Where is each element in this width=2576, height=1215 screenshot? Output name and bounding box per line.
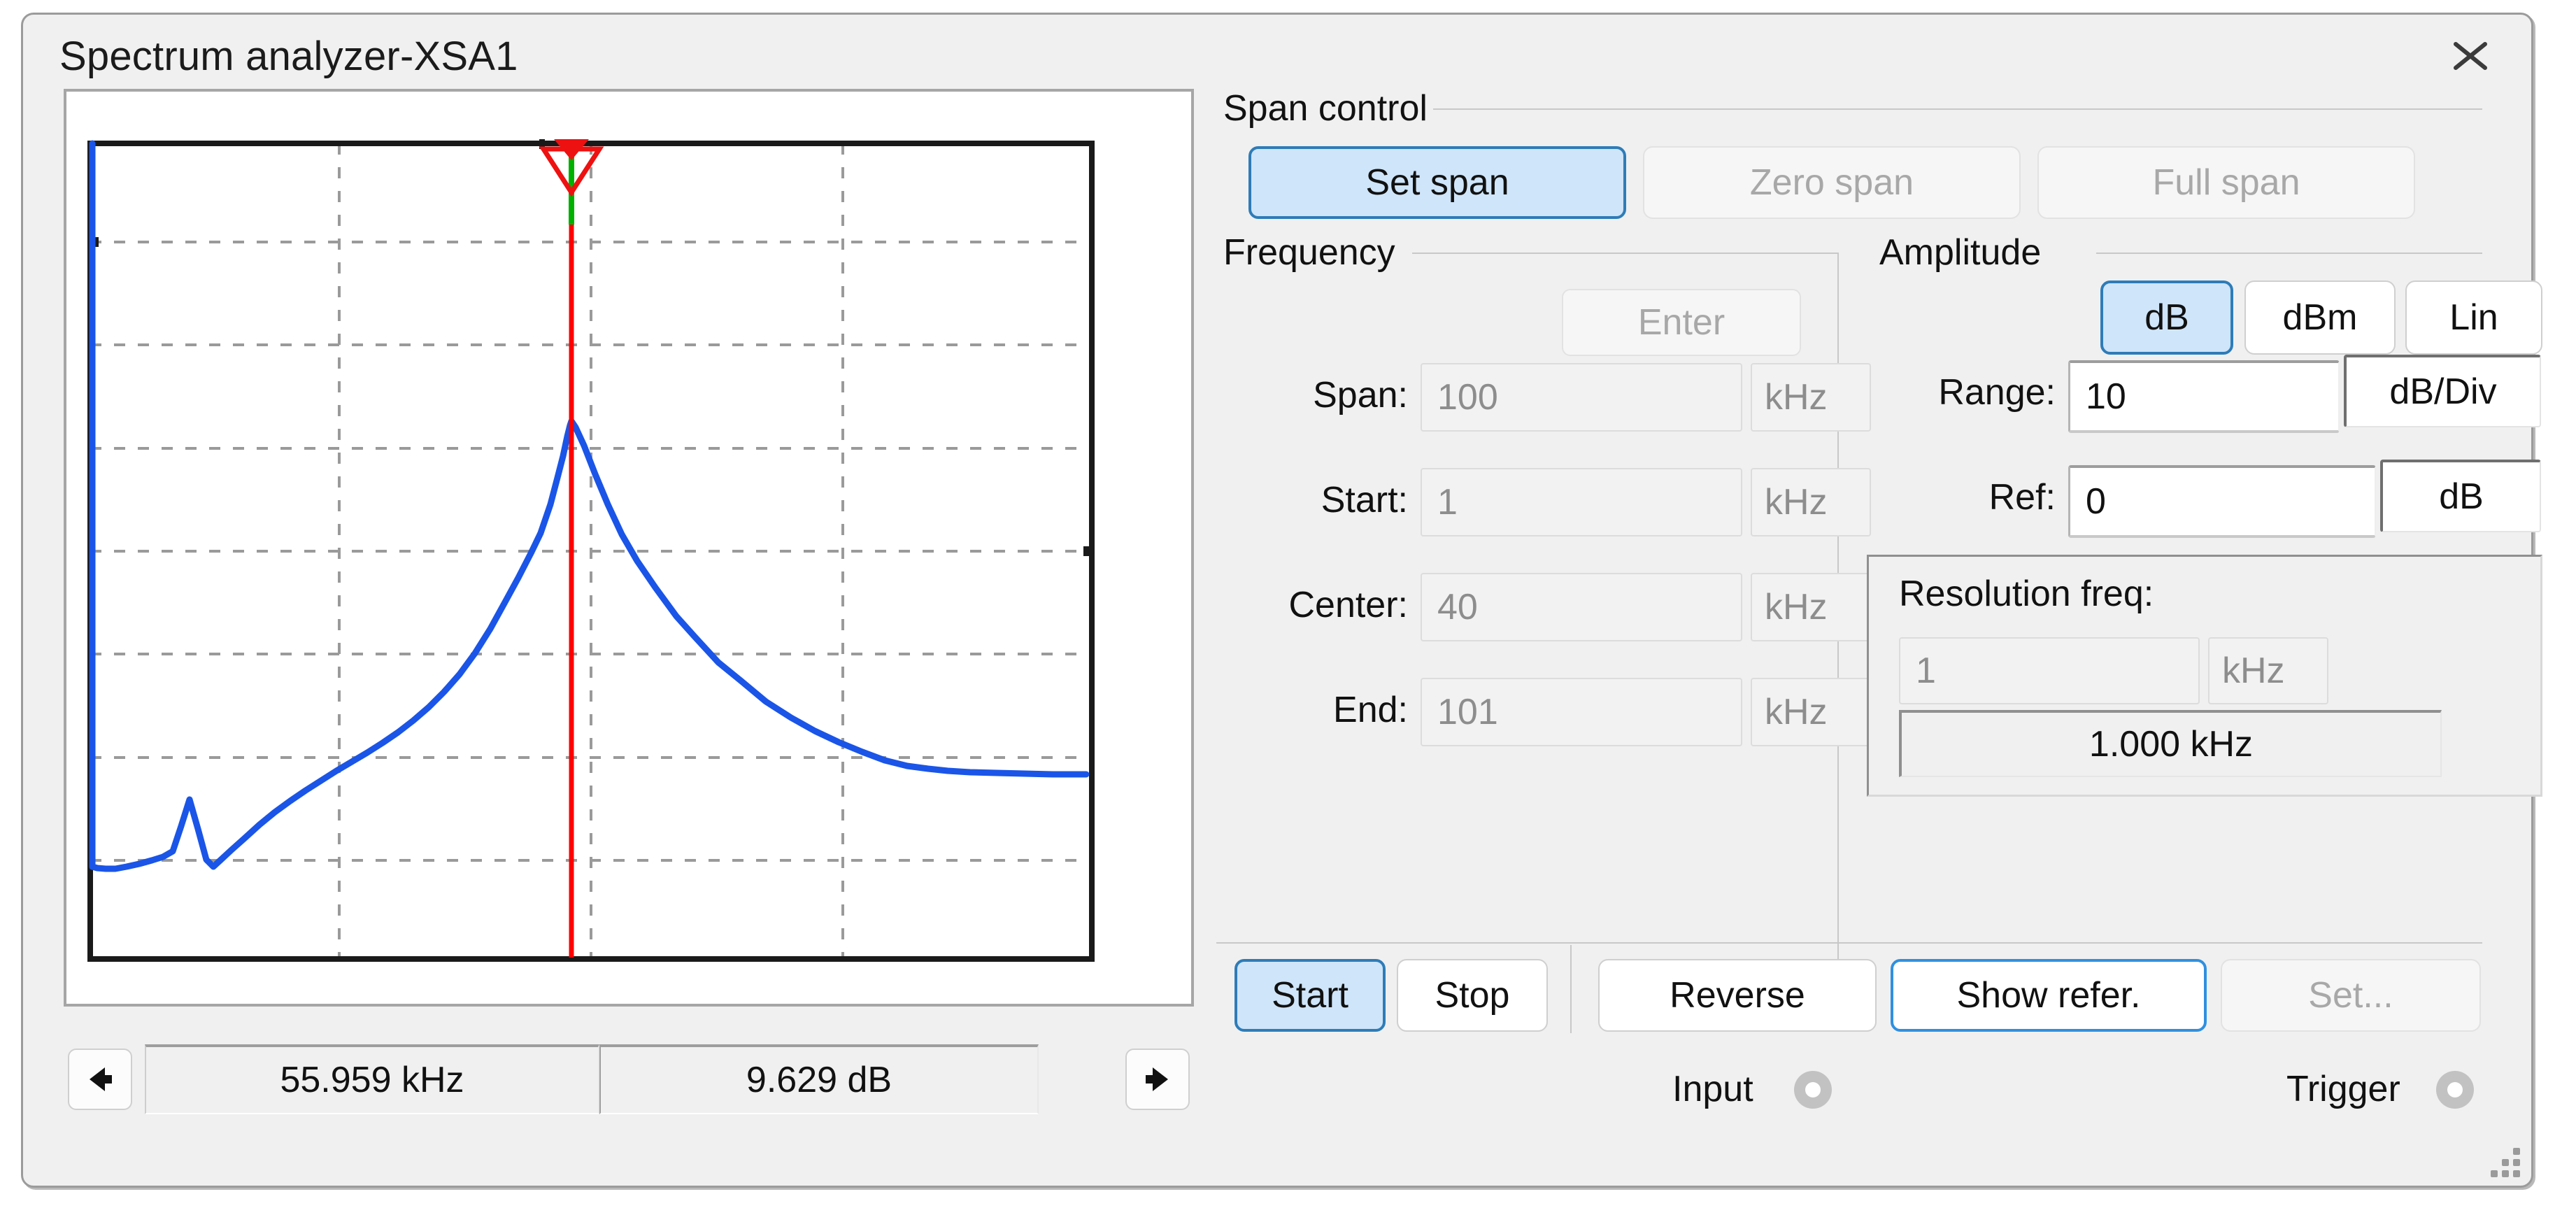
resolution-field[interactable]: 1 <box>1899 637 2200 704</box>
marker-label: 1 <box>556 139 586 148</box>
end-unit: kHz <box>1751 678 1871 746</box>
spectrum-plot-svg: 1 <box>87 139 1095 963</box>
frequency-legend: Frequency <box>1216 232 1402 273</box>
end-field[interactable]: 101 <box>1421 678 1742 746</box>
start-button[interactable]: Start <box>1234 959 1386 1032</box>
ref-label: Ref: <box>1867 476 2056 518</box>
trigger-terminal-dot-icon[interactable] <box>2436 1071 2474 1109</box>
arrow-right-icon[interactable] <box>1125 1049 1190 1110</box>
readout-frequency: 55.959 kHz <box>145 1044 599 1114</box>
start-label: Start: <box>1223 479 1408 521</box>
resolution-unit: kHz <box>2208 637 2328 704</box>
lin-unit-button[interactable]: Lin <box>2405 280 2542 355</box>
action-bar-rule <box>1216 942 2482 944</box>
full-span-button[interactable]: Full span <box>2037 146 2415 219</box>
spectrum-plot[interactable]: 1 <box>87 139 1095 963</box>
range-unit: dB/Div <box>2344 355 2541 427</box>
terminal-row: Input Trigger <box>1216 1054 2482 1131</box>
zero-span-button[interactable]: Zero span <box>1643 146 2021 219</box>
set-button[interactable]: Set... <box>2221 959 2481 1032</box>
ref-unit: dB <box>2380 460 2541 532</box>
range-field[interactable]: 10 <box>2068 360 2340 433</box>
close-icon[interactable] <box>2440 30 2500 82</box>
center-unit: kHz <box>1751 573 1871 641</box>
enter-button[interactable]: Enter <box>1562 289 1801 356</box>
ref-field[interactable]: 0 <box>2068 465 2376 538</box>
action-bar-separator <box>1570 945 1572 1033</box>
dbm-unit-button[interactable]: dBm <box>2244 280 2396 355</box>
spectrum-display-inner: 1 <box>75 100 1183 995</box>
marker-readout-bar: 55.959 kHz 9.629 dB <box>64 1039 1194 1120</box>
trigger-terminal-label: Trigger <box>2286 1068 2400 1110</box>
show-refer-button[interactable]: Show refer. <box>1891 959 2207 1032</box>
span-unit: kHz <box>1751 363 1871 432</box>
start-field[interactable]: 1 <box>1421 468 1742 537</box>
resolution-display: 1.000 kHz <box>1899 710 2442 777</box>
resolution-legend: Resolution freq: <box>1899 573 2154 615</box>
span-control-legend: Span control <box>1216 87 1435 129</box>
stop-button[interactable]: Stop <box>1397 959 1548 1032</box>
readout-amplitude: 9.629 dB <box>599 1044 1039 1114</box>
screenshot-root: Spectrum analyzer-XSA1 <box>0 0 2576 1215</box>
frequency-rule <box>1412 253 1839 254</box>
amplitude-rule <box>2096 253 2482 254</box>
input-terminal-label: Input <box>1672 1068 1753 1110</box>
set-span-button[interactable]: Set span <box>1248 146 1626 219</box>
end-label: End: <box>1223 689 1408 731</box>
action-bar: Start Stop Reverse Show refer. Set... <box>1216 942 2482 1033</box>
span-field[interactable]: 100 <box>1421 363 1742 432</box>
window-titlebar: Spectrum analyzer-XSA1 <box>23 15 2531 92</box>
span-control-rule <box>1433 108 2482 110</box>
arrow-left-icon[interactable] <box>68 1049 132 1110</box>
span-label: Span: <box>1223 374 1408 416</box>
spectrum-display-panel[interactable]: 1 <box>64 89 1194 1007</box>
resize-grip-icon[interactable] <box>2481 1138 2520 1177</box>
spectrum-analyzer-window: Spectrum analyzer-XSA1 <box>21 13 2533 1188</box>
db-unit-button[interactable]: dB <box>2100 280 2233 355</box>
reverse-button[interactable]: Reverse <box>1598 959 1877 1032</box>
range-label: Range: <box>1867 371 2056 413</box>
center-field[interactable]: 40 <box>1421 573 1742 641</box>
center-label: Center: <box>1216 584 1408 626</box>
amplitude-legend: Amplitude <box>1872 232 2048 273</box>
input-terminal-dot-icon[interactable] <box>1794 1071 1832 1109</box>
page-title: Spectrum analyzer-XSA1 <box>59 33 518 80</box>
start-unit: kHz <box>1751 468 1871 537</box>
